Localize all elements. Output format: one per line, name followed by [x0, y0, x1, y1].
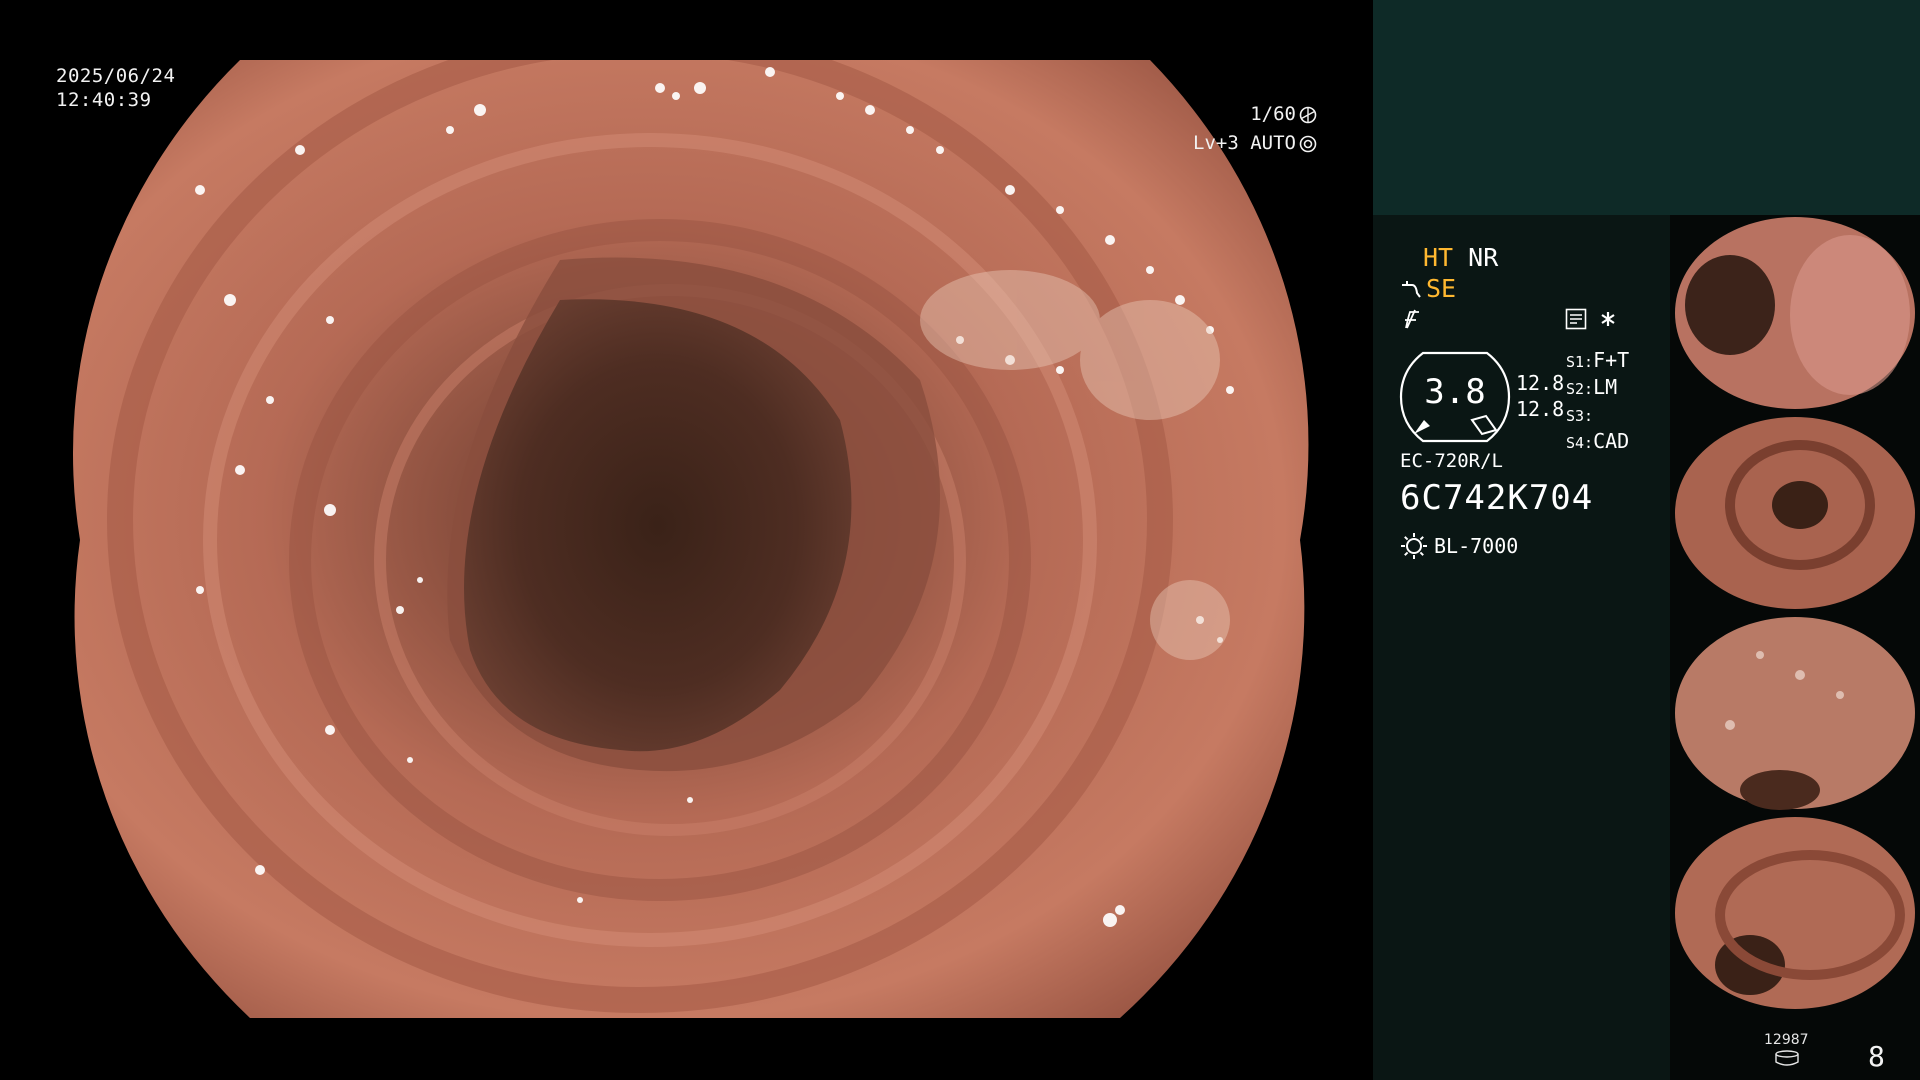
side-panel [1373, 215, 1670, 1080]
image-counter: 12987 [1764, 1032, 1809, 1048]
level-mode-text: Lv+3 AUTO [1193, 132, 1296, 154]
thumbnail-2[interactable] [1670, 415, 1920, 611]
main-endoscope-view: 2025/06/24 12:40:39 1/60 Lv+3 AUTO [0, 0, 1373, 1080]
slot-1: S1:F+T [1566, 348, 1629, 375]
se-row: SE [1400, 275, 1456, 303]
slot-3-label: S3: [1566, 407, 1594, 425]
structure-enhance-icon [1402, 281, 1421, 298]
light-source-text: BL-7000 [1434, 534, 1519, 558]
zoom-indicator: 3.8 [1398, 350, 1512, 444]
slot-1-value: F+T [1593, 348, 1630, 372]
slot-2-value: LM [1593, 375, 1618, 399]
ht-nr-row: HT NR [1423, 244, 1498, 272]
scope-serial: 6C742K704 [1400, 478, 1594, 518]
shutter-text: 1/60 [1250, 103, 1296, 125]
record-icon [1565, 308, 1587, 330]
slot-4-value: CAD [1593, 429, 1630, 453]
zoom-value: 3.8 [1424, 372, 1486, 412]
color-enhance-icon [1405, 309, 1419, 329]
thumbnail-4[interactable] [1670, 815, 1920, 1011]
zoom-line-1: 12.8 [1516, 371, 1565, 395]
date-text: 2025/06/24 [56, 65, 176, 87]
thumbnail-3[interactable] [1670, 615, 1920, 811]
endoscope-image [72, 60, 1309, 1018]
exposure-readout: 1/60 Lv+3 AUTO [1193, 100, 1317, 158]
thumbnail-1[interactable] [1670, 215, 1920, 411]
slot-4-label: S4: [1566, 434, 1594, 452]
ht-label: HT [1423, 243, 1454, 272]
scope-model: EC-720R/L [1400, 450, 1503, 472]
shutter-icon [1299, 106, 1317, 123]
asterisk-icon [1601, 312, 1615, 326]
slot-3: S3: [1566, 402, 1629, 429]
scope-numbers: 12.8 12.8 [1516, 370, 1564, 422]
slot-2: S2:LM [1566, 375, 1629, 402]
se-label: SE [1426, 274, 1457, 303]
datetime-readout: 2025/06/24 12:40:39 [56, 64, 175, 112]
time-text: 12:40:39 [56, 89, 152, 111]
slot-1-label: S1: [1566, 353, 1594, 371]
side-panel-top [1373, 0, 1920, 215]
slot-4: S4:CAD [1566, 429, 1629, 456]
switch-slots: S1:F+T S2:LM S3: S4:CAD [1566, 348, 1629, 456]
auto-iris-icon [1299, 135, 1317, 152]
nr-label: NR [1468, 243, 1499, 272]
light-source-row: BL-7000 [1400, 532, 1518, 560]
thumbnail-strip [1670, 215, 1920, 1080]
database-icon [1775, 1050, 1799, 1066]
zoom-line-2: 12.8 [1516, 397, 1565, 421]
light-source-icon [1401, 533, 1427, 559]
page-number: 8 [1868, 1040, 1885, 1073]
slot-2-label: S2: [1566, 380, 1594, 398]
